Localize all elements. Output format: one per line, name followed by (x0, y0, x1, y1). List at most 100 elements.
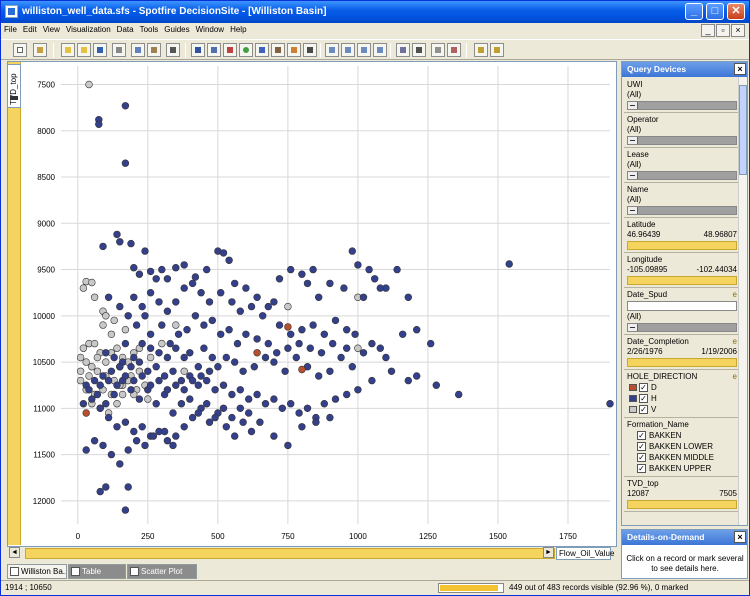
data-point-h[interactable] (368, 339, 376, 348)
data-point-h[interactable] (121, 159, 130, 167)
data-point-h[interactable] (85, 386, 93, 394)
data-point-h[interactable] (256, 418, 264, 426)
data-point-h[interactable] (116, 302, 124, 311)
data-point-h[interactable] (343, 326, 351, 334)
data-point-h[interactable] (211, 386, 219, 394)
menu-data[interactable]: Data (114, 23, 137, 34)
data-point-h[interactable] (287, 265, 295, 274)
checkbox-row[interactable]: ✓ H (627, 393, 737, 404)
checkbox[interactable]: ✓ (637, 431, 646, 440)
data-point-h[interactable] (104, 376, 113, 385)
data-point-h[interactable] (116, 363, 124, 371)
data-point-h[interactable] (194, 381, 203, 389)
data-point-h[interactable] (180, 284, 188, 292)
data-point-v[interactable] (79, 344, 88, 352)
data-point-h[interactable] (146, 344, 155, 352)
data-point-d[interactable] (253, 349, 261, 357)
data-point-h[interactable] (163, 275, 172, 283)
data-point-h[interactable] (169, 441, 177, 450)
data-point-v[interactable] (85, 80, 93, 89)
data-point-h[interactable] (110, 353, 118, 362)
checkbox-row[interactable]: ✓ BAKKEN MIDDLE (627, 452, 737, 463)
data-point-h[interactable] (96, 487, 104, 496)
data-point-h[interactable] (82, 446, 90, 454)
data-point-h[interactable] (124, 312, 132, 320)
data-point-h[interactable] (90, 437, 99, 445)
checkbox[interactable]: ✓ (639, 383, 648, 392)
save-icon[interactable] (93, 43, 107, 57)
data-point-h[interactable] (225, 326, 233, 334)
data-point-h[interactable] (113, 381, 121, 389)
data-point-h[interactable] (354, 386, 362, 394)
data-point-h[interactable] (180, 386, 188, 394)
data-point-v[interactable] (82, 358, 90, 366)
data-point-h[interactable] (261, 353, 270, 362)
data-point-h[interactable] (284, 441, 292, 450)
data-point-h[interactable] (130, 293, 138, 302)
data-point-h[interactable] (141, 441, 149, 450)
data-point-h[interactable] (298, 270, 306, 278)
data-point-h[interactable] (146, 330, 155, 338)
heat-map-icon[interactable] (287, 43, 301, 57)
print-icon[interactable] (112, 43, 126, 57)
data-point-h[interactable] (315, 372, 323, 380)
data-point-h[interactable] (413, 326, 421, 334)
data-point-h[interactable] (163, 437, 172, 445)
data-point-v[interactable] (93, 353, 102, 362)
details-close-button[interactable]: × (734, 531, 746, 543)
details-icon[interactable] (412, 43, 426, 57)
x-axis-zoom-slider[interactable] (25, 548, 555, 559)
data-point-v[interactable] (113, 344, 121, 352)
data-point-h[interactable] (298, 326, 306, 334)
data-point-h[interactable] (217, 289, 225, 297)
collapse-icon[interactable] (628, 324, 638, 331)
maximize-button[interactable]: □ (706, 3, 724, 20)
data-point-h[interactable] (93, 390, 102, 399)
data-point-h[interactable] (152, 363, 160, 371)
query-icon[interactable] (396, 43, 410, 57)
y-axis-selector[interactable]: TVD_top (7, 64, 21, 108)
data-point-h[interactable] (231, 432, 239, 440)
data-point-h[interactable] (135, 358, 144, 366)
data-point-h[interactable] (99, 372, 107, 380)
data-point-h[interactable] (141, 312, 149, 320)
title-bar[interactable]: williston_well_data.sfs - Spotfire Decis… (1, 1, 749, 23)
data-point-h[interactable] (127, 386, 135, 394)
table-icon[interactable] (303, 43, 317, 57)
data-point-h[interactable] (326, 279, 334, 288)
data-point-h[interactable] (228, 298, 236, 306)
data-point-v[interactable] (90, 293, 99, 302)
data-point-h[interactable] (172, 432, 180, 440)
data-point-h[interactable] (270, 432, 278, 440)
data-point-h[interactable] (163, 353, 172, 362)
data-point-h[interactable] (138, 423, 146, 431)
profile-chart-icon[interactable] (271, 43, 285, 57)
layout-icon[interactable] (325, 43, 339, 57)
data-point-h[interactable] (233, 339, 242, 348)
data-point-h[interactable] (102, 349, 110, 357)
data-point-h[interactable] (247, 302, 256, 311)
scatter-plot[interactable]: 0 250 500 750 1000 1250 1500 1750 7500 8000 8500 90… (23, 64, 614, 544)
query-devices-scrollbar[interactable] (738, 77, 747, 525)
data-point-h[interactable] (121, 418, 130, 426)
data-point-h[interactable] (404, 293, 412, 302)
data-point-h[interactable] (371, 275, 379, 283)
data-point-h[interactable] (250, 363, 259, 371)
data-point-h[interactable] (188, 279, 197, 288)
range-slider[interactable] (627, 358, 737, 367)
range-slider[interactable] (627, 241, 737, 250)
data-point-h[interactable] (138, 339, 146, 348)
data-point-h[interactable] (138, 372, 146, 380)
data-point-h[interactable] (141, 247, 149, 255)
new-icon[interactable] (13, 43, 27, 57)
data-point-h[interactable] (158, 265, 166, 274)
mdi-close-button[interactable]: × (731, 24, 745, 37)
data-point-h[interactable] (365, 265, 373, 274)
data-point-v[interactable] (146, 353, 155, 362)
mdi-restore-button[interactable]: ▫ (716, 24, 730, 37)
data-point-h[interactable] (194, 409, 203, 417)
query-devices-close-button[interactable]: × (734, 63, 746, 75)
data-point-h[interactable] (211, 413, 219, 422)
data-point-h[interactable] (116, 460, 124, 468)
data-point-v[interactable] (107, 330, 116, 338)
